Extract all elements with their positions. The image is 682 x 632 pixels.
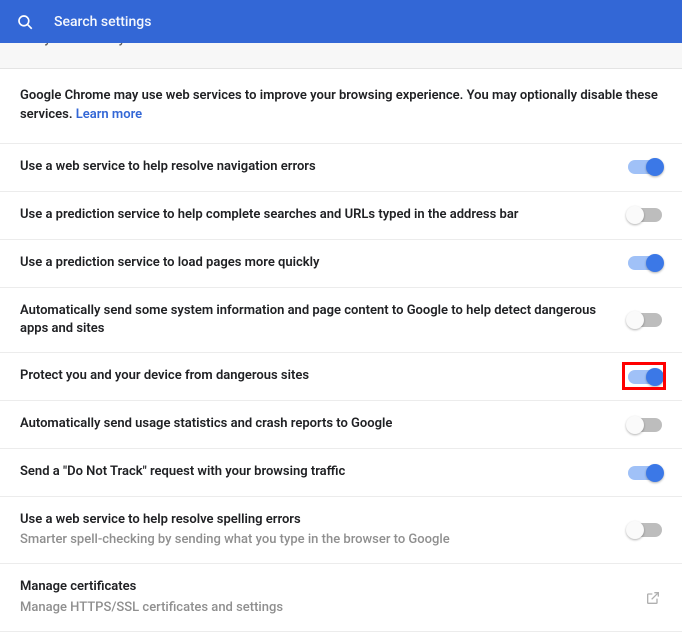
section-title: Privacy and security xyxy=(8,43,125,47)
setting-title: Use a web service to help resolve spelli… xyxy=(20,511,612,529)
toggle-switch[interactable] xyxy=(628,160,662,174)
toggle-switch[interactable] xyxy=(628,523,662,537)
manage-certificates-title: Manage certificates xyxy=(20,578,628,596)
toggle-switch[interactable] xyxy=(628,466,662,480)
toggle-switch[interactable] xyxy=(628,418,662,432)
search-settings-input[interactable]: Search settings xyxy=(54,14,151,30)
setting-row: Use a web service to help resolve spelli… xyxy=(0,497,682,564)
section-header: Privacy and security xyxy=(0,43,682,69)
setting-title: Automatically send usage statistics and … xyxy=(20,415,612,433)
setting-title: Automatically send some system informati… xyxy=(20,302,612,338)
toggle-switch[interactable] xyxy=(628,313,662,327)
setting-subtitle: Smarter spell-checking by sending what y… xyxy=(20,531,612,549)
setting-title: Send a "Do Not Track" request with your … xyxy=(20,463,612,481)
manage-certificates-subtitle: Manage HTTPS/SSL certificates and settin… xyxy=(20,599,628,617)
toggle-switch[interactable] xyxy=(628,256,662,270)
toggle-switch[interactable] xyxy=(628,370,662,384)
search-icon[interactable] xyxy=(16,13,34,31)
toggle-switch[interactable] xyxy=(628,208,662,222)
setting-title: Use a web service to help resolve naviga… xyxy=(20,158,612,176)
setting-row: Use a prediction service to load pages m… xyxy=(0,240,682,288)
setting-row: Protect you and your device from dangero… xyxy=(0,353,682,401)
external-link-icon xyxy=(644,589,662,607)
learn-more-link[interactable]: Learn more xyxy=(76,107,142,122)
intro-text: Google Chrome may use web services to im… xyxy=(0,69,682,144)
setting-row: Send a "Do Not Track" request with your … xyxy=(0,449,682,497)
setting-title: Use a prediction service to load pages m… xyxy=(20,254,612,272)
top-bar: Search settings xyxy=(0,0,682,43)
setting-row: Use a web service to help resolve naviga… xyxy=(0,144,682,192)
setting-row: Automatically send some system informati… xyxy=(0,288,682,353)
setting-row: Automatically send usage statistics and … xyxy=(0,401,682,449)
setting-title: Use a prediction service to help complet… xyxy=(20,206,612,224)
manage-certificates-row[interactable]: Manage certificates Manage HTTPS/SSL cer… xyxy=(0,564,682,631)
setting-row: Use a prediction service to help complet… xyxy=(0,192,682,240)
setting-title: Protect you and your device from dangero… xyxy=(20,367,612,385)
